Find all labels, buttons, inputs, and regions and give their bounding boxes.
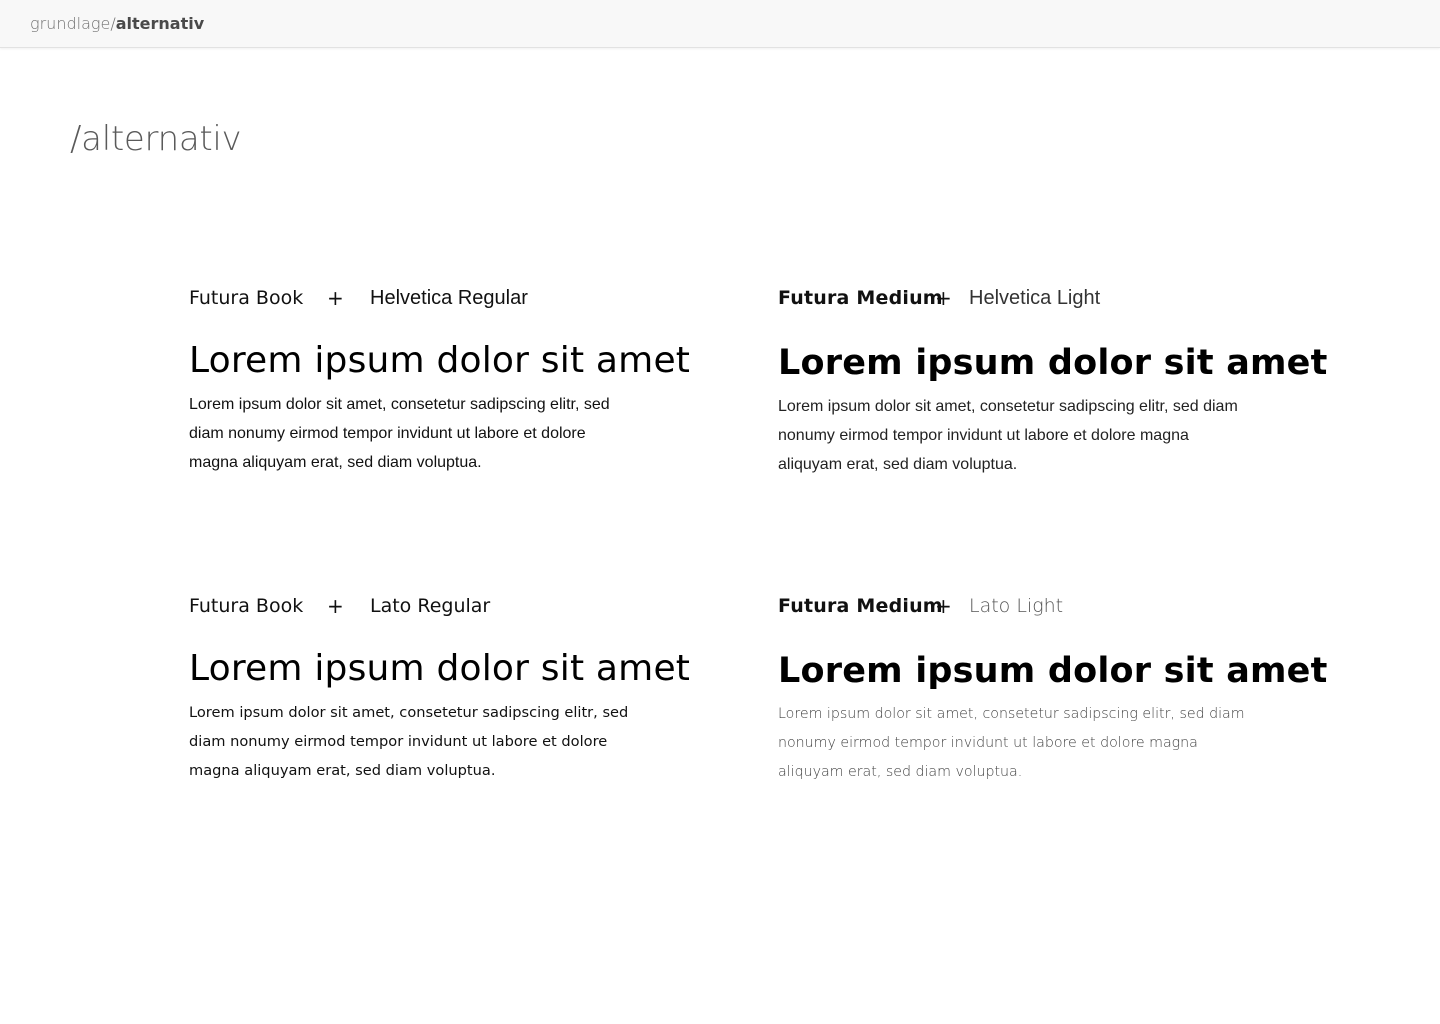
heading-font-name: Futura Medium	[778, 287, 943, 309]
sample-heading: Lorem ipsum dolor sit amet	[189, 648, 691, 689]
sample-heading: Lorem ipsum dolor sit amet	[778, 343, 1328, 383]
font-pair-label: Futura Book + Helvetica Regular	[189, 284, 669, 312]
plus-sign: +	[935, 286, 952, 310]
font-pair-card: Futura Medium + Helvetica Light Lorem ip…	[778, 284, 1328, 479]
plus-sign: +	[327, 286, 344, 310]
breadcrumb-parent-link[interactable]: grundlage/	[30, 14, 116, 33]
font-pair-card: Futura Book + Helvetica Regular Lorem ip…	[189, 284, 691, 477]
body-font-name: Lato Regular	[370, 595, 491, 617]
breadcrumb: grundlage/alternativ	[30, 14, 204, 34]
sample-body-text: Lorem ipsum dolor sit amet, consetetur s…	[778, 706, 1245, 780]
breadcrumb-current: alternativ	[115, 14, 205, 33]
heading-font-name: Futura Medium	[778, 595, 943, 617]
sample-heading: Lorem ipsum dolor sit amet	[189, 340, 691, 381]
body-font-name: Helvetica Light	[969, 287, 1101, 309]
heading-font-name: Futura Book	[189, 287, 304, 309]
top-bar: grundlage/alternativ	[0, 0, 1440, 48]
plus-sign: +	[935, 594, 952, 618]
plus-sign: +	[327, 594, 344, 618]
font-pair-card: Futura Book + Lato Regular Lorem ipsum d…	[189, 592, 691, 785]
font-pair-label: Futura Book + Lato Regular	[189, 592, 669, 620]
heading-font-name: Futura Book	[189, 595, 304, 617]
sample-body-text: Lorem ipsum dolor sit amet, consetetur s…	[778, 398, 1238, 473]
font-pair-card: Futura Medium + Lato Light Lorem ipsum d…	[778, 592, 1328, 787]
sample-body-text: Lorem ipsum dolor sit amet, consetetur s…	[189, 704, 629, 779]
body-font-name: Helvetica Regular	[370, 287, 528, 309]
page-title: /alternativ	[70, 119, 242, 159]
sample-body-text: Lorem ipsum dolor sit amet, consetetur s…	[189, 396, 610, 471]
body-font-name: Lato Light	[969, 595, 1064, 617]
font-pair-label: Futura Medium + Lato Light	[778, 592, 1258, 620]
font-pair-label: Futura Medium + Helvetica Light	[778, 284, 1258, 312]
sample-heading: Lorem ipsum dolor sit amet	[778, 651, 1328, 691]
